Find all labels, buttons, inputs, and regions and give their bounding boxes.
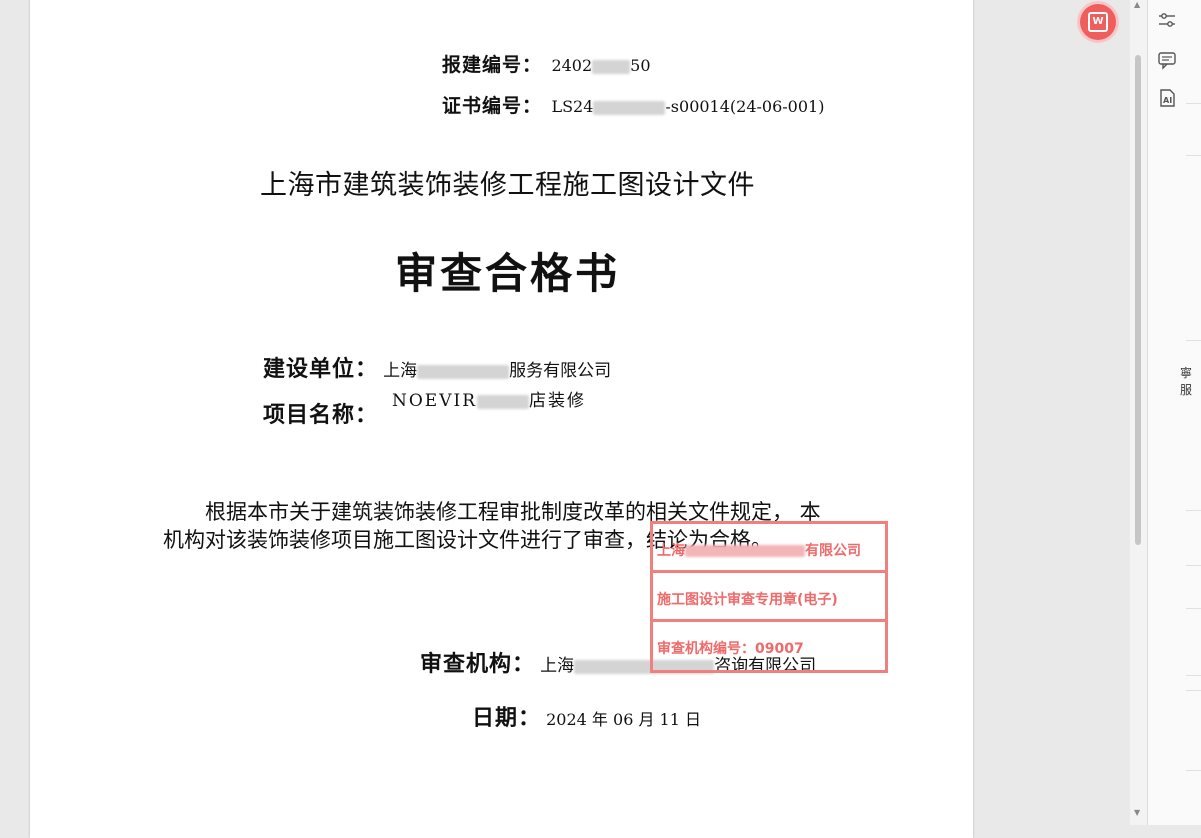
date-row: 日期： 2024 年 06 月 11 日: [472, 706, 701, 731]
comment-icon[interactable]: [1157, 50, 1177, 70]
reviewer-label: 审查机构: [420, 652, 513, 677]
divider: [1186, 565, 1201, 566]
document-viewer[interactable]: 报建编号： 2402 50 证书编号： LS24 -s00014(24-06-001…: [0, 0, 1147, 838]
document-subtitle: 上海市建筑装饰装修工程施工图设计文件: [260, 170, 755, 201]
builder-row: 建设单位： 上海 服务有限公司: [263, 357, 612, 382]
review-seal: 上海 有限公司 施工图设计审查专用章(电子) 审查机构编号：09007: [650, 521, 888, 673]
redaction: [477, 394, 530, 409]
certificate-number-label: 证书编号: [442, 95, 523, 117]
builder-value: 上海: [383, 361, 418, 381]
date-value: 2024 年 06 月 11 日: [546, 710, 701, 729]
scrollbar-thumb[interactable]: [1135, 55, 1141, 545]
redaction: [593, 100, 666, 115]
right-sidebar: AI: [1147, 0, 1201, 825]
scroll-down-icon[interactable]: ▼: [1134, 808, 1140, 817]
project-value: NOEVIR: [392, 391, 478, 411]
divider: [1186, 770, 1201, 771]
svg-text:AI: AI: [1163, 96, 1172, 105]
reviewer-value: 上海: [540, 656, 575, 676]
wps-assistant-button[interactable]: W: [1080, 4, 1116, 40]
project-label: 项目名称: [263, 403, 356, 428]
divider: [1186, 510, 1201, 511]
redaction: [417, 364, 510, 379]
document-page: 报建编号： 2402 50 证书编号： LS24 -s00014(24-06-001…: [30, 0, 973, 838]
vertical-scrollbar[interactable]: ▲ ▼: [1130, 0, 1147, 825]
divider: [1186, 340, 1201, 341]
date-label: 日期: [472, 706, 519, 731]
report-number-value: 2402: [551, 56, 593, 75]
certificate-number-value: LS24: [551, 97, 594, 116]
edge-truncated-text: 寧服: [1180, 366, 1193, 397]
certificate-number-row: 证书编号： LS24 -s00014(24-06-001): [442, 95, 825, 117]
seal-line-2: 施工图设计审查专用章(电子): [653, 573, 885, 622]
seal-line-3: 审查机构编号：09007: [657, 641, 804, 657]
project-value-row: NOEVIR 店装修: [392, 391, 587, 411]
divider: [1186, 690, 1201, 691]
divider: [1186, 675, 1201, 676]
ai-icon[interactable]: AI: [1157, 88, 1177, 108]
project-row: 项目名称：: [263, 403, 379, 428]
divider: [1186, 103, 1201, 104]
settings-sliders-icon[interactable]: [1157, 10, 1177, 30]
divider: [1186, 608, 1201, 609]
redaction: [685, 545, 805, 557]
builder-label: 建设单位: [263, 357, 356, 382]
seal-line-1: 上海 有限公司: [653, 524, 885, 573]
divider: [1186, 155, 1201, 156]
wps-logo-icon: W: [1088, 12, 1108, 32]
scroll-up-icon[interactable]: ▲: [1134, 0, 1140, 9]
report-number-row: 报建编号： 2402 50: [442, 54, 651, 76]
redaction: [592, 59, 631, 74]
document-title: 审查合格书: [395, 249, 621, 298]
report-number-label: 报建编号: [442, 54, 523, 76]
